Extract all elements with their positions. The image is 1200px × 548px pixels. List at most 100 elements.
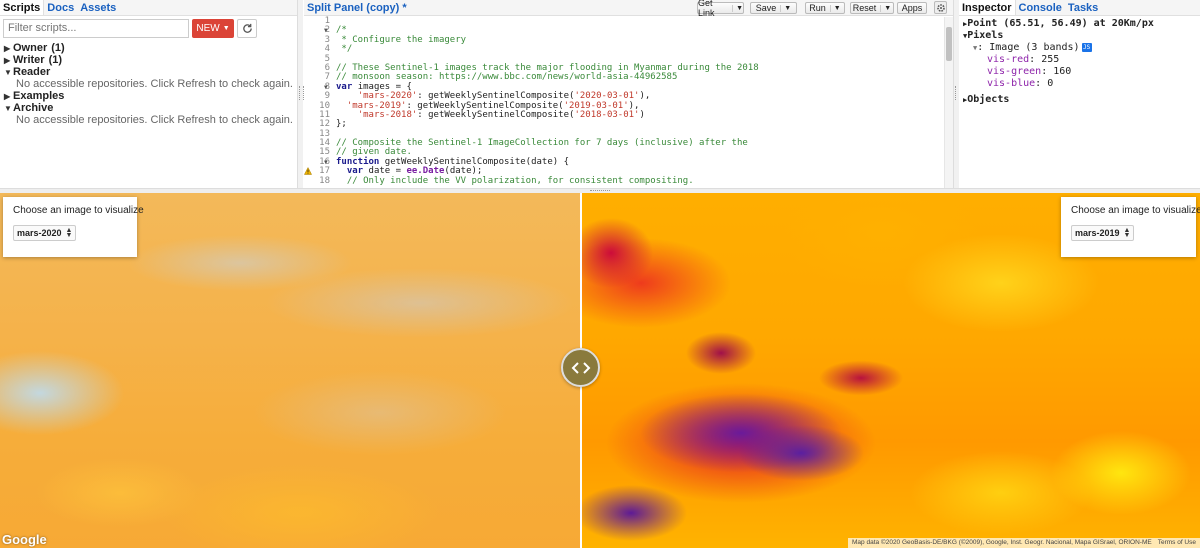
right-image-select[interactable]: mars-2019 ▲ ▼ — [1071, 225, 1135, 241]
tree-empty-message: No accessible repositories. Click Refres… — [16, 114, 293, 126]
new-button[interactable]: NEW ▼ — [192, 18, 234, 38]
dropdown-caret-icon: ▼ — [880, 4, 891, 12]
right-select-value: mars-2019 — [1075, 228, 1120, 238]
band-row: vis-blue: 0 — [963, 78, 1196, 90]
script-tree: ▶ Owner (1) ▶ Writer (1) ▼ Reader No accessible … — [0, 40, 297, 128]
code-line[interactable]: 4 */ — [304, 44, 953, 54]
code-text: // Only include the VV polarization, for… — [332, 175, 694, 186]
gear-icon — [936, 3, 945, 12]
map-attribution: Map data ©2020 GeoBasis-DE/BKG (©2009), … — [848, 538, 1200, 548]
left-image-select[interactable]: mars-2020 ▲ ▼ — [13, 225, 77, 241]
code-line[interactable]: 1 — [304, 16, 953, 26]
band-key: vis-green — [987, 66, 1042, 77]
line-number-text: 18 — [319, 175, 330, 186]
code-token: // Only include the VV polarization, for… — [336, 175, 694, 186]
filter-scripts-input[interactable] — [3, 18, 189, 38]
terms-link[interactable]: Terms of Use — [1158, 539, 1196, 547]
tree-item-label: Reader — [13, 66, 51, 78]
map-view[interactable]: Choose an image to visualize mars-2020 ▲… — [0, 193, 1200, 548]
attribution-text: Map data ©2020 GeoBasis-DE/BKG (©2009), … — [852, 539, 1152, 546]
code-line[interactable]: 18 // Only include the VV polarization, … — [304, 175, 953, 186]
image-row[interactable]: ▼: Image (3 bands) JS — [963, 42, 1196, 54]
band-separator: : — [1041, 66, 1054, 77]
scrollbar-thumb[interactable] — [946, 27, 952, 61]
dropdown-caret-icon: ▼ — [732, 4, 743, 12]
split-drag-handle[interactable] — [561, 348, 600, 387]
json-icon[interactable]: JS — [1081, 42, 1092, 52]
left-image-selector-card: Choose an image to visualize mars-2020 ▲… — [3, 197, 144, 257]
point-row[interactable]: ▶Point (65.51, 56.49) at 20Km/px — [963, 18, 1196, 30]
editor-toolbar: Split Panel (copy) * Get Link ▼ Save ▼ Run… — [304, 0, 953, 18]
code-token: : getWeeklySentinelComposite( — [417, 109, 575, 120]
code-line[interactable]: 11 'mars-2018': getWeeklySentinelComposi… — [304, 109, 953, 120]
settings-button[interactable] — [934, 1, 947, 14]
collapse-caret-icon: ▼ — [4, 103, 12, 113]
band-row: vis-green: 160 — [963, 66, 1196, 78]
tree-item-archive[interactable]: ▼ Archive — [4, 102, 293, 114]
run-button[interactable]: Run ▼ — [805, 2, 845, 14]
refresh-icon — [242, 23, 252, 33]
inspector-panel: Inspector Console Tasks ▶Point (65.51, 5… — [959, 0, 1200, 188]
code-token: ), — [639, 91, 651, 102]
band-value: 0 — [1047, 78, 1054, 89]
script-title: Split Panel (copy) * — [307, 1, 407, 14]
tab-docs[interactable]: Docs — [44, 0, 77, 15]
left-tabbar: Scripts Docs Assets — [0, 0, 297, 16]
band-value: 255 — [1041, 54, 1060, 65]
apps-label: Apps — [901, 3, 923, 13]
code-line[interactable]: 12}; — [304, 119, 953, 129]
band-row: vis-red: 255 — [963, 54, 1196, 66]
left-select-value: mars-2020 — [17, 228, 62, 238]
editor-scrollbar[interactable] — [944, 17, 953, 188]
expand-caret-icon: ▶ — [4, 43, 11, 53]
tree-item-examples[interactable]: ▶ Examples — [4, 90, 293, 102]
tree-item-label: Owner — [13, 42, 48, 54]
right-image-selector-card: Choose an image to visualize mars-2019 ▲… — [1061, 197, 1200, 257]
tab-tasks[interactable]: Tasks — [1065, 0, 1101, 15]
expand-caret-icon: ▶ — [4, 55, 11, 65]
code-line[interactable]: 3 * Configure the imagery — [304, 34, 953, 45]
code-token: ) — [639, 109, 645, 120]
code-text: */ — [332, 44, 352, 54]
new-button-label: NEW — [196, 22, 220, 34]
tree-item-owner[interactable]: ▶ Owner (1) — [4, 42, 293, 54]
scripts-panel: Scripts Docs Assets NEW ▼ ▶Owner(1)▶Writ… — [0, 0, 298, 188]
pixels-label: Pixels — [967, 30, 1004, 41]
left-splitter[interactable] — [298, 0, 304, 188]
tab-scripts[interactable]: Scripts — [0, 0, 45, 15]
band-key: vis-blue — [987, 78, 1036, 89]
get-link-label: Get Link — [698, 0, 715, 18]
select-arrows-icon: ▲ ▼ — [1123, 227, 1131, 239]
tree-item-reader[interactable]: ▼ Reader — [4, 66, 293, 78]
line-number: 18 — [304, 175, 332, 186]
tab-console[interactable]: Console — [1016, 0, 1065, 15]
get-link-button[interactable]: Get Link ▼ — [697, 0, 744, 18]
objects-row[interactable]: ▶Objects — [963, 94, 1196, 106]
expand-caret-icon: ▶ — [4, 91, 11, 101]
code-editor-panel: Split Panel (copy) * Get Link ▼ Save ▼ Run… — [304, 0, 954, 188]
code-editor[interactable]: 1 2 ▼/* 3 * Configure the imagery 4 */5 6// T… — [304, 16, 953, 188]
code-token: * Configure the imagery — [336, 34, 467, 45]
tree-item-writer[interactable]: ▶ Writer (1) — [4, 54, 293, 66]
warning-icon[interactable] — [304, 167, 312, 175]
filter-row: NEW ▼ — [0, 16, 297, 40]
image-label: : Image (3 bands) — [977, 42, 1080, 53]
tree-item-label: Examples — [13, 90, 65, 102]
band-values: vis-red: 255 vis-green: 160 vis-blue: 0 — [963, 54, 1196, 90]
save-button[interactable]: Save ▼ — [750, 2, 797, 14]
point-info: Point (65.51, 56.49) at 20Km/px — [967, 18, 1154, 29]
tree-item-count: (1) — [51, 42, 65, 54]
objects-label: Objects — [967, 94, 1010, 105]
band-separator: : — [1035, 78, 1048, 89]
refresh-button[interactable] — [237, 18, 257, 38]
tab-inspector[interactable]: Inspector — [959, 0, 1016, 15]
reset-button[interactable]: Reset ▼ — [850, 2, 894, 14]
tab-assets[interactable]: Assets — [77, 0, 119, 15]
tree-item-count: (1) — [48, 54, 63, 66]
pixels-row[interactable]: ▼Pixels — [963, 30, 1196, 42]
tree-item-label: Archive — [13, 102, 54, 114]
code-token: 'mars-2018' — [357, 109, 418, 120]
google-logo: Google — [2, 532, 47, 547]
code-text: 'mars-2018': getWeeklySentinelComposite(… — [332, 109, 645, 120]
apps-button[interactable]: Apps — [897, 2, 927, 14]
